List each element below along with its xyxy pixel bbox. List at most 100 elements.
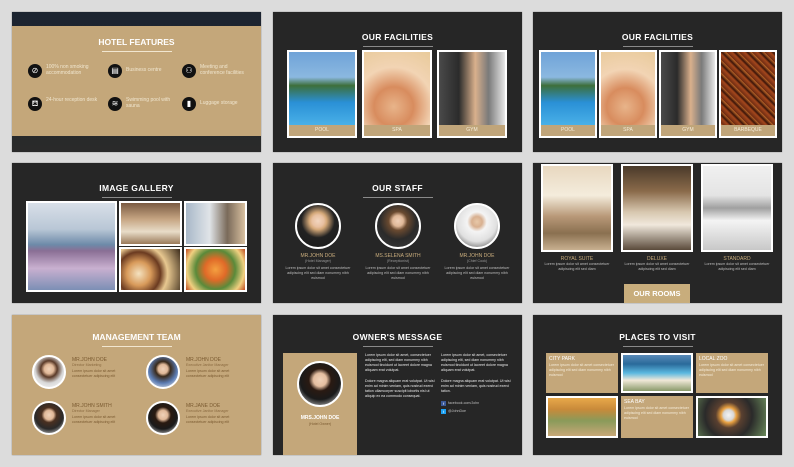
team-avatar [32,401,66,435]
pool-photo: POOL [539,50,597,138]
gallery-photo-food [184,247,247,292]
room-photo-royal-suite [541,164,613,252]
room-desc: Lorem ipsum dolor sit amet consectetuer … [544,262,610,271]
place-card-city-park: CITY PARK Lorem ipsum dolor sit amet con… [546,353,618,393]
staff-desc: Lorem ipsum dolor sit amet consectetuer … [444,266,510,280]
staff-avatar [454,203,500,249]
slide-title: OUR STAFF [273,183,522,198]
feature-label: 24-hour reception desk [46,97,98,103]
room-photo-deluxe [621,164,693,252]
team-desc: Lorem ipsum dolor sit amet consectetuer … [72,415,116,424]
slide-our-facilities-4[interactable]: OUR FACILITIES POOL SPA GYM BARBEQUE [533,12,782,152]
team-avatar [32,355,66,389]
message-paragraph: Dolore magna aliquam erat volutpat. Ut w… [365,379,435,398]
slide-places-to-visit[interactable]: PLACES TO VISIT CITY PARK Lorem ipsum do… [533,315,782,455]
slide-title: OWNER'S MESSAGE [273,332,522,347]
gallery-photo-bedroom [119,201,182,246]
spa-photo: SPA [362,50,432,138]
message-paragraph: Lorem ipsum dolor sit amet, consectetuer… [441,353,508,372]
slide-title: IMAGE GALLERY [12,183,261,198]
pool-photo: POOL [287,50,357,138]
place-desc: Lorem ipsum dolor sit amet consectetuer … [624,406,689,420]
facebook-link[interactable]: f facebook.com/John [441,401,479,406]
staff-role: (Hotel Manager) [305,259,331,263]
place-desc: Lorem ipsum dolor sit amet consectetuer … [549,363,614,377]
team-role: Executive Janitor Manager [186,409,229,413]
our-rooms-button[interactable]: OUR ROOMS [624,284,690,303]
owner-avatar [297,361,343,407]
message-paragraph: Dolore magna aliquam erat volutpat. Ut w… [441,379,511,393]
photo-caption: GYM [661,125,715,136]
meeting-icon: ⚇ [182,64,196,78]
place-photo-park [546,396,618,438]
team-desc: Lorem ipsum dolor sit amet consectetuer … [186,415,230,424]
team-role: Executive Janitor Manager [186,363,229,367]
slide-owners-message[interactable]: OWNER'S MESSAGE MRS.JOHN DOE (Hotel Owne… [273,315,522,455]
slide-our-rooms[interactable]: ROYAL SUITE Lorem ipsum dolor sit amet c… [533,163,782,303]
gym-photo: GYM [659,50,717,138]
barbeque-photo: BARBEQUE [719,50,777,138]
twitter-handle: @JohnDoe [448,409,467,413]
staff-desc: Lorem ipsum dolor sit amet consectetuer … [365,266,431,280]
feature-label: Luggage storage [200,100,238,106]
team-desc: Lorem ipsum dolor sit amet consectetuer … [72,369,116,378]
twitter-icon: t [441,409,446,414]
team-desc: Lorem ipsum dolor sit amet consectetuer … [186,369,230,378]
place-card-local-zoo: LOCAL ZOO Lorem ipsum dolor sit amet con… [696,353,768,393]
twitter-link[interactable]: t @JohnDoe [441,409,466,414]
owner-name: MRS.JOHN DOE [300,415,340,421]
place-card-sea-bay: SEA BAY Lorem ipsum dolor sit amet conse… [621,396,693,438]
facebook-icon: f [441,401,446,406]
spa-photo: SPA [599,50,657,138]
team-avatar [146,355,180,389]
slide-title: PLACES TO VISIT [533,332,782,347]
place-photo-beach [621,353,693,393]
reception-icon: ⛾ [28,97,42,111]
team-role: Director Manager [72,409,100,413]
staff-desc: Lorem ipsum dolor sit amet consectetuer … [285,266,351,280]
no-smoking-icon: ⊘ [28,64,42,78]
slide-title: OUR FACILITIES [533,32,782,47]
slide-our-facilities[interactable]: OUR FACILITIES POOL SPA GYM [273,12,522,152]
room-desc: Lorem ipsum dolor sit amet consectetuer … [704,262,770,271]
place-name: LOCAL ZOO [699,356,728,362]
gallery-photo-dessert [119,247,182,292]
photo-caption: GYM [439,125,505,136]
team-avatar [146,401,180,435]
slide-our-staff[interactable]: OUR STAFF MR.JOHN DOE (Hotel Manager) Lo… [273,163,522,303]
luggage-icon: ▮ [182,97,196,111]
features-title: HOTEL FEATURES [12,37,261,52]
room-photo-standard [701,164,773,252]
staff-role: (Receptionist) [386,259,410,263]
photo-caption: SPA [601,125,655,136]
pool-icon: ≋ [108,97,122,111]
team-role: Director Marketing [72,363,102,367]
staff-role: (Chief Cook) [466,259,488,263]
facebook-handle: facebook.com/John [448,401,480,405]
team-title: MANAGEMENT TEAM [12,332,261,347]
staff-avatar [295,203,341,249]
place-name: CITY PARK [549,356,575,362]
room-desc: Lorem ipsum dolor sit amet consectetuer … [624,262,690,271]
slide-image-gallery[interactable]: IMAGE GALLERY [12,163,261,303]
photo-caption: POOL [289,125,355,136]
place-photo-eagle [696,396,768,438]
place-name: SEA BAY [624,399,645,405]
slide-title: OUR FACILITIES [273,32,522,47]
business-icon: ▤ [108,64,122,78]
message-paragraph: Lorem ipsum dolor sit amet, consectetuer… [365,353,432,372]
feature-label: Meeting and conference facilities [200,64,244,76]
photo-caption: BARBEQUE [721,125,775,136]
feature-label: 100% non smoking accommodation [46,64,89,76]
gym-photo: GYM [437,50,507,138]
photo-caption: POOL [541,125,595,136]
gallery-photo-lake [26,201,117,292]
feature-label: Business centre [126,67,162,73]
staff-avatar [375,203,421,249]
gallery-photo-suite [184,201,247,246]
slide-management-team[interactable]: MANAGEMENT TEAM MR.JOHN DOE Director Mar… [12,315,261,455]
slide-hotel-features[interactable]: HOTEL FEATURES ⊘ 100% non smoking accomm… [12,12,261,152]
feature-label: Swimming pool with sauna [126,97,171,109]
place-desc: Lorem ipsum dolor sit amet consectetuer … [699,363,764,377]
photo-caption: SPA [364,125,430,136]
